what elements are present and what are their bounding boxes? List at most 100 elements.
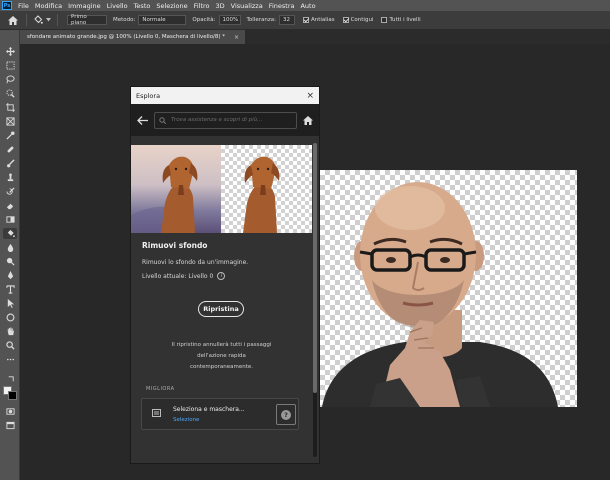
current-layer-text: Livello attuale: Livello 0 bbox=[142, 272, 214, 280]
marquee-tool-icon[interactable] bbox=[3, 60, 17, 71]
document-tab[interactable]: sfondare animato grande.jpg @ 100% (Live… bbox=[20, 30, 245, 44]
eraser-tool-icon[interactable] bbox=[3, 200, 17, 211]
zoom-tool-icon[interactable] bbox=[3, 340, 17, 351]
preview-thumbnails bbox=[131, 145, 312, 233]
document-tabbar: sfondare animato grande.jpg @ 100% (Live… bbox=[20, 30, 610, 44]
menu-bar: Ps File Modifica Immagine Livello Testo … bbox=[0, 0, 610, 11]
search-placeholder: Trova assistenza e scopri di più... bbox=[171, 117, 263, 123]
tolleranza-label: Tolleranza: bbox=[246, 17, 276, 23]
menu-file[interactable]: File bbox=[15, 2, 32, 10]
home-icon[interactable] bbox=[303, 115, 313, 125]
photoshop-window: Ps File Modifica Immagine Livello Testo … bbox=[0, 0, 610, 480]
menu-filtro[interactable]: Filtro bbox=[191, 2, 213, 10]
chevron-down-icon bbox=[46, 18, 51, 22]
feature-description: Rimuovi lo sfondo da un'immagine. bbox=[142, 259, 249, 266]
opacity-value: 100% bbox=[222, 17, 239, 23]
tool-preset-picker[interactable] bbox=[33, 14, 51, 26]
restore-button[interactable]: Ripristina bbox=[198, 301, 244, 317]
opacity-field[interactable]: 100% bbox=[218, 15, 241, 25]
menu-selezione[interactable]: Selezione bbox=[153, 2, 190, 10]
help-button[interactable]: ? bbox=[276, 404, 296, 425]
close-tab-icon[interactable]: × bbox=[234, 34, 239, 41]
separator bbox=[26, 14, 27, 26]
background-color-swatch[interactable] bbox=[8, 391, 17, 400]
select-and-mask-card[interactable]: Seleziona e maschera... Selezione ? bbox=[141, 398, 299, 430]
document-canvas[interactable] bbox=[310, 170, 577, 407]
search-icon bbox=[159, 116, 166, 124]
crop-tool-icon[interactable] bbox=[3, 102, 17, 113]
document-tab-title: sfondare animato grande.jpg @ 100% (Live… bbox=[27, 34, 226, 40]
contigui-label: Contigui bbox=[350, 17, 374, 23]
home-icon[interactable] bbox=[6, 13, 20, 27]
explore-nav-bar: Trova assistenza e scopri di più... bbox=[131, 104, 319, 136]
antialias-label: Antialias bbox=[310, 17, 335, 23]
tools-panel bbox=[0, 30, 20, 480]
card-title: Seleziona e maschera... bbox=[173, 406, 245, 413]
explore-panel-title: Esplora bbox=[136, 91, 161, 100]
menu-3d[interactable]: 3D bbox=[213, 2, 228, 10]
hand-tool-icon[interactable] bbox=[3, 326, 17, 337]
path-selection-tool-icon[interactable] bbox=[3, 298, 17, 309]
metodo-label: Metodo: bbox=[113, 17, 136, 23]
scrollbar-thumb[interactable] bbox=[313, 143, 317, 393]
menu-modifica[interactable]: Modifica bbox=[32, 2, 65, 10]
brush-tool-icon[interactable] bbox=[3, 158, 17, 169]
blur-tool-icon[interactable] bbox=[3, 242, 17, 253]
restore-note: Il ripristino annullerà tutti i passaggi… bbox=[131, 340, 312, 373]
gradient-tool-icon[interactable] bbox=[3, 214, 17, 225]
antialias-checkbox[interactable] bbox=[302, 17, 309, 23]
menu-auto[interactable]: Auto bbox=[297, 2, 318, 10]
dodge-tool-icon[interactable] bbox=[3, 256, 17, 267]
shape-tool-icon[interactable] bbox=[3, 312, 17, 323]
tolerance-value: 32 bbox=[282, 17, 290, 23]
explore-panel: Esplora × Trova assistenza e scopri di p… bbox=[130, 86, 320, 464]
before-thumbnail bbox=[131, 145, 221, 233]
tolerance-field[interactable]: 32 bbox=[278, 15, 295, 25]
menu-visualizza[interactable]: Visualizza bbox=[228, 2, 266, 10]
eyedropper-tool-icon[interactable] bbox=[3, 130, 17, 141]
history-brush-tool-icon[interactable] bbox=[3, 186, 17, 197]
close-icon[interactable]: × bbox=[306, 91, 314, 101]
mask-icon bbox=[152, 409, 161, 417]
move-tool-icon[interactable] bbox=[3, 46, 17, 57]
search-input[interactable]: Trova assistenza e scopri di più... bbox=[154, 111, 297, 129]
improve-section-header: MIGLIORA bbox=[146, 386, 175, 392]
fill-source-select[interactable]: Primo piano bbox=[67, 14, 107, 26]
type-tool-icon[interactable] bbox=[3, 284, 17, 295]
explore-panel-content: Rimuovi sfondo Rimuovi lo sfondo da un'i… bbox=[131, 137, 312, 464]
clone-stamp-tool-icon[interactable] bbox=[3, 172, 17, 183]
panel-scrollbar[interactable] bbox=[313, 143, 317, 457]
blend-mode-select[interactable]: Normale bbox=[138, 15, 187, 25]
quick-mask-icon[interactable] bbox=[3, 406, 17, 417]
more-tools-icon[interactable] bbox=[3, 354, 17, 365]
card-subtitle: Selezione bbox=[173, 417, 200, 423]
all-layers-checkbox[interactable] bbox=[381, 17, 388, 23]
swap-colors-icon[interactable] bbox=[3, 374, 17, 385]
opacita-label: Opacità: bbox=[192, 17, 216, 23]
menu-finestra[interactable]: Finestra bbox=[266, 2, 298, 10]
help-icon: ? bbox=[281, 409, 291, 420]
paint-bucket-icon bbox=[34, 15, 43, 24]
restore-note-line: contemporaneamente. bbox=[189, 364, 254, 370]
options-bar: Primo piano Metodo: Normale Opacità: 100… bbox=[0, 11, 610, 30]
back-arrow-icon[interactable] bbox=[137, 115, 148, 125]
menu-testo[interactable]: Testo bbox=[131, 2, 154, 10]
blend-mode-value: Normale bbox=[142, 17, 166, 23]
restore-note-line: dell'azione rapida bbox=[197, 353, 246, 359]
pen-tool-icon[interactable] bbox=[3, 270, 17, 281]
info-icon[interactable]: i bbox=[217, 272, 226, 280]
menu-immagine[interactable]: Immagine bbox=[65, 2, 104, 10]
frame-tool-icon[interactable] bbox=[3, 116, 17, 127]
explore-panel-titlebar[interactable]: Esplora × bbox=[131, 87, 319, 104]
quick-select-tool-icon[interactable] bbox=[3, 88, 17, 99]
separator bbox=[57, 14, 58, 26]
lasso-tool-icon[interactable] bbox=[3, 74, 17, 85]
healing-brush-tool-icon[interactable] bbox=[3, 144, 17, 155]
contigui-checkbox[interactable] bbox=[342, 17, 349, 23]
portrait-image bbox=[322, 182, 558, 407]
paint-bucket-tool-icon[interactable] bbox=[3, 228, 17, 239]
menu-livello[interactable]: Livello bbox=[104, 2, 131, 10]
feature-title: Rimuovi sfondo bbox=[142, 241, 208, 250]
screen-mode-icon[interactable] bbox=[3, 420, 17, 431]
fill-source-value: Primo piano bbox=[71, 14, 87, 26]
